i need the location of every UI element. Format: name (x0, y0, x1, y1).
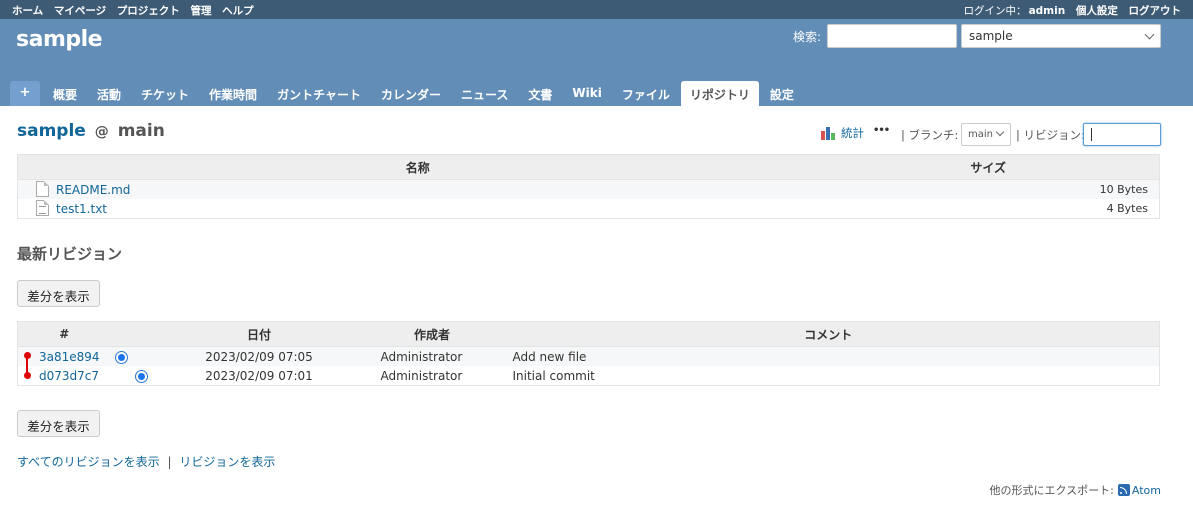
top-menu: ホーム マイページ プロジェクト 管理 ヘルプ ログイン中： admin 個人設定… (0, 0, 1193, 19)
entry-filename-cell: test1.txt (17, 199, 818, 219)
stats-link[interactable]: 統計 (821, 125, 864, 141)
tab-overview[interactable]: 概要 (44, 81, 86, 106)
stats-label[interactable]: 統計 (841, 126, 864, 140)
table-row: README.md 10 Bytes (17, 179, 1160, 199)
atom-feed-link[interactable]: Atom (1132, 484, 1161, 497)
my-account-link[interactable]: 個人設定 (1076, 5, 1118, 17)
revisions-header-date: 日付 (151, 321, 367, 347)
more-actions-icon[interactable]: ••• (873, 125, 890, 136)
revisions-header-diff (110, 321, 152, 347)
search-label[interactable]: 検索: (793, 28, 821, 45)
revision-input[interactable] (1083, 123, 1161, 146)
diff-radio-from[interactable] (114, 351, 128, 364)
entry-size: 10 Bytes (817, 179, 1160, 199)
revisions-header-author: 作成者 (366, 321, 498, 347)
top-menu-administration[interactable]: 管理 (190, 5, 211, 17)
new-object-button[interactable]: + (10, 81, 40, 106)
entries-header-name[interactable]: 名称 (17, 154, 818, 180)
view-revisions-link[interactable]: リビジョンを表示 (179, 455, 275, 469)
revisions-header-comment: コメント (497, 321, 1160, 347)
view-diff-button-bottom[interactable]: 差分を表示 (17, 410, 100, 437)
branch-title: main (117, 121, 165, 141)
revision-link[interactable]: d073d7c7 (39, 369, 99, 383)
branch-select[interactable]: main (961, 123, 1011, 146)
header: sample 検索: sample + 概要 活動 チケット 作業時間 ガントチ… (0, 19, 1193, 106)
text-caret (1091, 128, 1092, 141)
revision-author: Administrator (366, 366, 498, 386)
view-diff-button-top[interactable]: 差分を表示 (17, 280, 100, 307)
tab-wiki[interactable]: Wiki (563, 81, 610, 106)
entry-filename-cell: README.md (17, 179, 818, 199)
content: sample @ main 統計 ••• | ブランチ: main | リビジョ… (0, 106, 1193, 524)
bar-chart-icon (821, 127, 837, 140)
revision-links: すべてのリビジョンを表示 | リビジョンを表示 (17, 453, 275, 470)
entry-file-link[interactable]: test1.txt (56, 202, 107, 216)
entries-header-size[interactable]: サイズ (817, 154, 1160, 180)
tab-calendar[interactable]: カレンダー (372, 81, 450, 106)
project-title: sample (16, 27, 103, 52)
revision-diff-cell (110, 366, 152, 386)
revision-diff-cell (110, 346, 152, 366)
tab-repository[interactable]: リポジトリ (680, 81, 759, 106)
revision-date: 2023/02/09 07:01 (151, 366, 367, 386)
top-menu-my-page[interactable]: マイページ (54, 5, 106, 17)
revision-comment: Add new file (497, 346, 1160, 366)
rss-feed-icon (1117, 484, 1130, 496)
top-menu-help[interactable]: ヘルプ (222, 5, 254, 17)
tab-files[interactable]: ファイル (613, 81, 679, 106)
entry-file-link[interactable]: README.md (56, 183, 130, 197)
revision-author: Administrator (366, 346, 498, 366)
revisions-table: # 日付 作成者 コメント 3a81e894 2023/02/09 07:05 … (17, 321, 1160, 386)
chevron-down-icon (1144, 29, 1155, 40)
revision-date: 2023/02/09 07:05 (151, 346, 367, 366)
table-row: test1.txt 4 Bytes (17, 199, 1160, 219)
file-icon (36, 181, 49, 197)
chevron-down-icon (995, 127, 1005, 137)
tab-issues[interactable]: チケット (132, 81, 198, 106)
tab-activity[interactable]: 活動 (88, 81, 130, 106)
at-separator: @ (94, 124, 109, 140)
entries-table: 名称 サイズ README.md 10 Bytes test1.txt 4 By… (17, 154, 1160, 219)
tab-settings[interactable]: 設定 (761, 81, 803, 106)
logout-link[interactable]: ログアウト (1129, 5, 1182, 17)
repository-root-link[interactable]: sample (17, 121, 86, 141)
text-file-icon (36, 200, 49, 216)
revision-graph-node (23, 372, 31, 379)
logged-user[interactable]: admin (1029, 5, 1066, 17)
top-menu-projects[interactable]: プロジェクト (117, 5, 180, 17)
tab-gantt[interactable]: ガントチャート (268, 81, 370, 106)
revision-graph-node (23, 352, 31, 359)
table-row: d073d7c7 2023/02/09 07:01 Administrator … (17, 366, 1160, 386)
project-jump-select[interactable]: sample (961, 24, 1161, 48)
latest-revisions-heading: 最新リビジョン (17, 245, 123, 263)
diff-radio-to[interactable] (134, 370, 148, 383)
page-title: sample @ main (17, 121, 165, 141)
tab-time-entries[interactable]: 作業時間 (200, 81, 266, 106)
link-separator: | (167, 455, 172, 469)
revision-graph (22, 352, 32, 382)
branch-select-value: main (968, 129, 993, 140)
tab-documents[interactable]: 文書 (519, 81, 561, 106)
all-revisions-link[interactable]: すべてのリビジョンを表示 (17, 455, 160, 469)
search-input[interactable] (827, 24, 957, 48)
contextual-toolbar: 統計 ••• | ブランチ: main | リビジョン: (821, 123, 1161, 147)
entry-size: 4 Bytes (817, 199, 1160, 219)
tab-news[interactable]: ニュース (452, 81, 517, 106)
top-menu-home[interactable]: ホーム (12, 5, 43, 17)
other-formats: 他の形式にエクスポート: Atom (990, 482, 1161, 498)
revision-label: | リビジョン: (1016, 128, 1085, 142)
branch-label: | ブランチ: (901, 128, 959, 142)
table-row: 3a81e894 2023/02/09 07:05 Administrator … (17, 346, 1160, 366)
logged-as-label: ログイン中： admin (964, 5, 1066, 17)
project-jump-value: sample (969, 29, 1013, 43)
revisions-header-rev: # (17, 321, 111, 347)
logged-as-text: ログイン中： (963, 5, 1027, 17)
revision-link[interactable]: 3a81e894 (39, 350, 100, 364)
export-label: 他の形式にエクスポート: (989, 484, 1114, 497)
main-menu: + 概要 活動 チケット 作業時間 ガントチャート カレンダー ニュース 文書 … (10, 81, 805, 106)
revision-comment: Initial commit (497, 366, 1160, 386)
